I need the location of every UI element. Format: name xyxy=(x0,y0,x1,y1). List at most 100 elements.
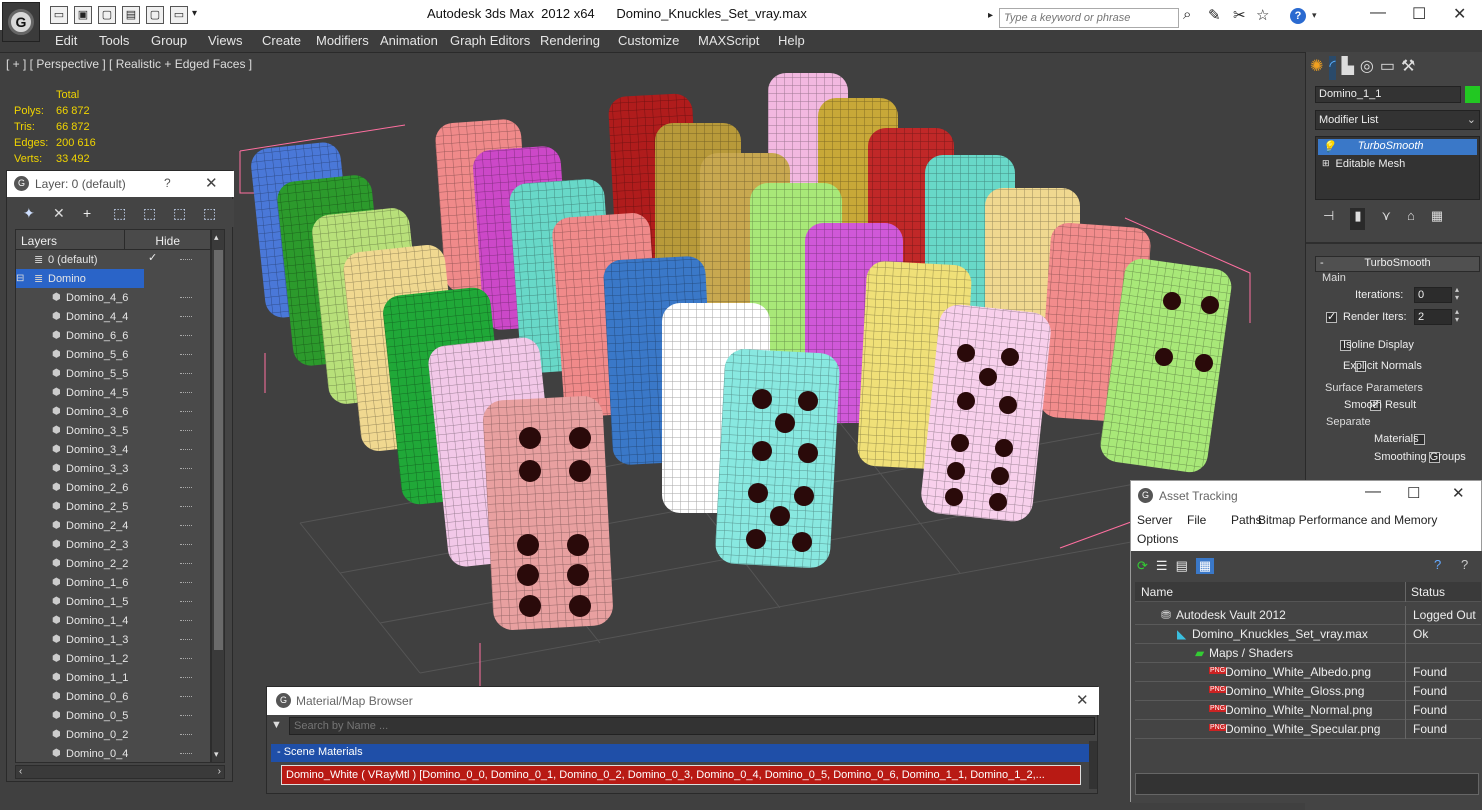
new-file-icon[interactable]: ▭ xyxy=(50,6,68,24)
layer-object-row[interactable]: ⬢ Domino_3_5 xyxy=(16,421,210,440)
scroll-up-icon[interactable]: ▴ xyxy=(214,232,219,243)
asset-minimize-icon[interactable]: — xyxy=(1365,483,1381,501)
asset-menu-bitmap-performance[interactable]: Bitmap Performance and Memory xyxy=(1258,513,1437,527)
menu-group[interactable]: Group xyxy=(151,33,187,48)
layer-object-row[interactable]: ⬢ Domino_1_1 xyxy=(16,668,210,687)
layer-help-button[interactable]: ? xyxy=(164,176,171,190)
layer-object-row[interactable]: ⬢ Domino_3_4 xyxy=(16,440,210,459)
layer-row-default[interactable]: ≣ 0 (default) ✓ xyxy=(16,250,210,269)
hide-toggle[interactable] xyxy=(180,468,192,469)
expand-icon[interactable]: ⊞ xyxy=(1322,158,1330,172)
modifier-list-dropdown[interactable]: Modifier List ⌄ xyxy=(1315,110,1480,130)
close-icon[interactable]: ✕ xyxy=(1453,4,1466,24)
open-file-icon[interactable]: ▣ xyxy=(74,6,92,24)
asset-path-field[interactable] xyxy=(1135,773,1479,795)
hide-toggle[interactable] xyxy=(180,316,192,317)
hide-toggle[interactable] xyxy=(180,639,192,640)
satellite-icon[interactable]: ✂ xyxy=(1233,6,1246,24)
asset-close-icon[interactable]: ✕ xyxy=(1452,484,1465,502)
scroll-left-icon[interactable]: ‹ xyxy=(19,766,22,777)
layer-panel-close-icon[interactable]: ✕ xyxy=(205,174,218,192)
layer-object-row[interactable]: ⬢ Domino_1_3 xyxy=(16,630,210,649)
motion-tab-icon[interactable]: ◎ xyxy=(1360,56,1374,80)
hide-toggle[interactable] xyxy=(180,696,192,697)
material-item-domino-white[interactable]: Domino_White ( VRayMtl ) [Domino_0_0, Do… xyxy=(281,765,1081,785)
hide-toggle[interactable] xyxy=(180,392,192,393)
column-hide[interactable]: Hide xyxy=(125,230,210,249)
layer-object-row[interactable]: ⬢ Domino_1_2 xyxy=(16,649,210,668)
hide-toggle[interactable] xyxy=(180,354,192,355)
redo-icon[interactable]: ▢ xyxy=(146,6,164,24)
help-dropdown-icon[interactable]: ▾ xyxy=(1312,10,1317,21)
scroll-thumb[interactable] xyxy=(214,250,223,650)
tree-view-icon[interactable]: ▤ xyxy=(1176,558,1188,574)
column-layers[interactable]: Layers xyxy=(16,230,126,249)
iterations-spinner[interactable]: 0 xyxy=(1414,287,1452,303)
layer-object-row[interactable]: ⬢ Domino_2_3 xyxy=(16,535,210,554)
modify-tab-icon[interactable]: ◜ xyxy=(1329,56,1336,80)
pin-stack-icon[interactable]: ⊣ xyxy=(1323,208,1334,230)
asset-row-specular[interactable]: PNG Domino_White_Specular.png Found xyxy=(1135,720,1481,739)
hide-toggle[interactable] xyxy=(180,259,192,260)
asset-menu-server[interactable]: Server xyxy=(1137,513,1172,527)
layer-object-row[interactable]: ⬢ Domino_2_6 xyxy=(16,478,210,497)
column-name[interactable]: Name xyxy=(1141,585,1173,599)
column-status[interactable]: Status xyxy=(1411,585,1445,599)
hide-toggle[interactable] xyxy=(180,487,192,488)
layer-object-row[interactable]: ⬢ Domino_5_6 xyxy=(16,345,210,364)
menu-graph-editors[interactable]: Graph Editors xyxy=(450,33,530,48)
asset-menu-file[interactable]: File xyxy=(1187,513,1206,527)
delete-layer-icon[interactable]: ✕ xyxy=(53,205,65,222)
asset-menu-options[interactable]: Options xyxy=(1137,532,1178,546)
maximize-icon[interactable]: ☐ xyxy=(1412,4,1426,24)
refresh-icon[interactable]: ⟳ xyxy=(1137,558,1148,574)
layer-list-hscrollbar[interactable]: ‹ › xyxy=(15,765,225,779)
hide-toggle[interactable] xyxy=(180,734,192,735)
turbosmooth-rollout-header[interactable]: - TurboSmooth xyxy=(1315,256,1480,272)
layer-object-row[interactable]: ⬢ Domino_0_6 xyxy=(16,687,210,706)
layer-object-row[interactable]: ⬢ Domino_2_4 xyxy=(16,516,210,535)
light-bulb-icon[interactable]: 💡 xyxy=(1322,140,1336,154)
project-folder-icon[interactable]: ▭ xyxy=(170,6,188,24)
hide-toggle[interactable] xyxy=(180,430,192,431)
layer-object-row[interactable]: ⬢ Domino_3_3 xyxy=(16,459,210,478)
hide-toggle[interactable] xyxy=(180,715,192,716)
utilities-tab-icon[interactable]: ⚒ xyxy=(1401,56,1415,80)
display-tab-icon[interactable]: ▭ xyxy=(1380,56,1395,80)
stack-item-turbosmooth[interactable]: 💡 TurboSmooth xyxy=(1318,139,1477,155)
menu-edit[interactable]: Edit xyxy=(55,33,77,48)
layer-object-row[interactable]: ⬢ Domino_0_2 xyxy=(16,725,210,744)
hide-toggle[interactable] xyxy=(180,620,192,621)
hide-toggle[interactable] xyxy=(180,335,192,336)
layer-object-row[interactable]: ⬢ Domino_4_5 xyxy=(16,383,210,402)
make-unique-icon[interactable]: ⋎ xyxy=(1381,208,1391,230)
hide-toggle[interactable] xyxy=(180,601,192,602)
create-tab-icon[interactable]: ✺ xyxy=(1310,56,1323,80)
asset-options-icon[interactable]: ? xyxy=(1461,557,1468,572)
favorites-star-icon[interactable]: ☆ xyxy=(1256,6,1269,24)
material-browser-scrollbar[interactable] xyxy=(1089,741,1097,789)
layer-object-row[interactable]: ⬢ Domino_1_4 xyxy=(16,611,210,630)
layer-object-row[interactable]: ⬢ Domino_2_5 xyxy=(16,497,210,516)
object-name-field[interactable]: Domino_1_1 xyxy=(1315,86,1461,103)
menu-maxscript[interactable]: MAXScript xyxy=(698,33,759,48)
layer-object-row[interactable]: ⬢ Domino_0_5 xyxy=(16,706,210,725)
object-color-swatch[interactable] xyxy=(1465,86,1480,103)
add-to-layer-icon[interactable]: + xyxy=(83,205,91,221)
iterations-spin-arrows-icon[interactable]: ▴ ▾ xyxy=(1455,286,1459,302)
menu-customize[interactable]: Customize xyxy=(618,33,679,48)
current-layer-check-icon[interactable]: ✓ xyxy=(148,251,157,264)
viewport-label[interactable]: [ + ] [ Perspective ] [ Realistic + Edge… xyxy=(6,57,252,71)
layer-object-row[interactable]: ⬢ Domino_3_6 xyxy=(16,402,210,421)
menu-rendering[interactable]: Rendering xyxy=(540,33,600,48)
scroll-right-icon[interactable]: › xyxy=(218,766,221,777)
hide-toggle[interactable] xyxy=(180,677,192,678)
undo-icon[interactable]: ▤ xyxy=(122,6,140,24)
application-button[interactable]: G xyxy=(2,2,40,42)
list-view-icon[interactable]: ☰ xyxy=(1156,558,1168,574)
scroll-down-icon[interactable]: ▾ xyxy=(214,749,219,760)
search-expand-icon[interactable]: ▸ xyxy=(988,10,993,21)
search-input[interactable] xyxy=(999,8,1179,28)
hide-toggle[interactable] xyxy=(180,449,192,450)
scene-materials-section[interactable]: - Scene Materials xyxy=(271,744,1089,762)
